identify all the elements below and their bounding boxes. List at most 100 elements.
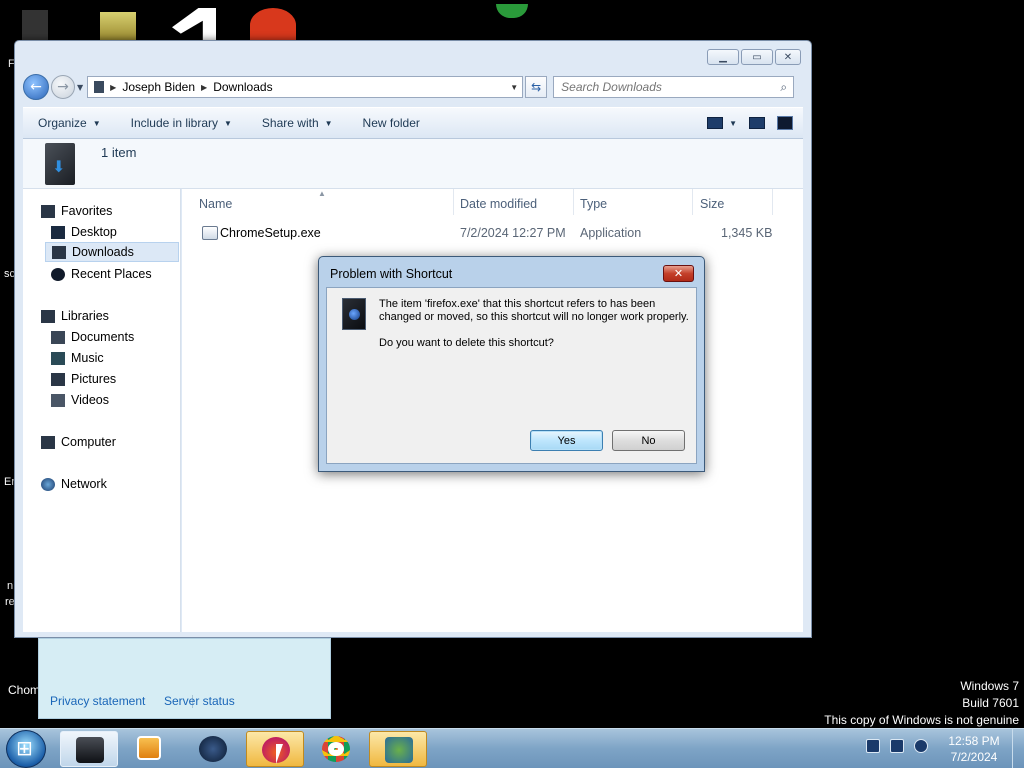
chevron-down-icon: ▼ <box>224 118 232 128</box>
taskbar-chrome[interactable] <box>307 731 365 767</box>
column-divider[interactable] <box>573 189 574 215</box>
back-arrow-icon: ← <box>30 79 42 95</box>
server-status-link[interactable]: Server status <box>164 694 235 708</box>
maximize-button[interactable]: ▭ <box>741 49 773 65</box>
column-header-name[interactable]: Name <box>199 197 232 211</box>
desktop-icon-folder[interactable] <box>100 12 136 40</box>
nav-downloads-label: Downloads <box>72 245 134 259</box>
close-icon: ✕ <box>783 51 793 63</box>
dialog-body: The item 'firefox.exe' that this shortcu… <box>326 287 697 464</box>
column-divider[interactable] <box>453 189 454 215</box>
include-in-library-label: Include in library <box>130 116 218 130</box>
share-with-button[interactable]: Share with ▼ <box>247 116 348 130</box>
nav-network-label: Network <box>61 477 107 491</box>
column-header-date-modified[interactable]: Date modified <box>460 197 537 211</box>
documents-icon <box>51 330 65 344</box>
taskbar-firefox[interactable] <box>246 731 304 767</box>
clock[interactable]: 12:58 PM 7/2/2024 <box>944 733 1004 765</box>
desktop-icon-bin[interactable] <box>22 10 48 40</box>
address-bar[interactable]: ▶ Joseph Biden ▶ Downloads ▼ <box>87 76 524 98</box>
organize-button[interactable]: Organize ▼ <box>23 116 116 130</box>
desktop-icon-app[interactable] <box>172 8 216 40</box>
breadcrumb-separator-icon[interactable]: ▶ <box>201 83 207 92</box>
system-tray <box>866 739 928 753</box>
nav-videos[interactable]: Videos <box>51 390 109 410</box>
nav-favorites[interactable]: Favorites <box>41 201 112 221</box>
start-button[interactable] <box>6 730 46 768</box>
action-center-icon[interactable] <box>866 739 880 753</box>
minimize-button[interactable]: ▁ <box>707 49 739 65</box>
taskbar-users-app[interactable] <box>369 731 427 767</box>
column-divider[interactable] <box>692 189 693 215</box>
no-button[interactable]: No <box>612 430 685 451</box>
share-with-label: Share with <box>261 116 319 130</box>
problem-with-shortcut-dialog: Problem with Shortcut ✕ The item 'firefo… <box>318 256 705 472</box>
watermark-build: Build 7601 <box>962 696 1019 710</box>
search-box[interactable]: ⌕ <box>553 76 795 98</box>
nav-desktop[interactable]: Desktop <box>51 222 117 242</box>
chevron-down-icon: ▼ <box>92 118 101 128</box>
close-button[interactable]: ✕ <box>775 49 801 65</box>
search-icon[interactable]: ⌕ <box>780 80 787 95</box>
change-view-icon[interactable] <box>707 117 724 129</box>
view-options-dropdown-icon[interactable]: ▼ <box>729 119 737 128</box>
new-folder-button[interactable]: New folder <box>348 116 435 130</box>
include-in-library-button[interactable]: Include in library ▼ <box>116 116 247 130</box>
nav-documents-label: Documents <box>71 330 135 344</box>
taskbar-explorer[interactable] <box>60 731 118 767</box>
nav-videos-label: Videos <box>71 393 109 407</box>
recent-pages-dropdown[interactable]: ▼ <box>77 83 83 92</box>
watermark-notice: This copy of Windows is not genuine <box>824 713 1019 727</box>
breadcrumb-user[interactable]: Joseph Biden <box>122 80 195 94</box>
chrome-icon <box>322 736 350 762</box>
preview-pane-icon[interactable] <box>749 117 765 129</box>
nav-documents[interactable]: Documents <box>51 327 134 347</box>
mouse-cursor-icon <box>276 744 283 764</box>
nav-libraries[interactable]: Libraries <box>41 306 109 326</box>
search-input[interactable] <box>561 80 762 94</box>
yes-button[interactable]: Yes <box>530 430 603 451</box>
privacy-statement-link[interactable]: Privacy statement <box>50 694 145 708</box>
close-icon: ✕ <box>673 267 684 280</box>
volume-icon[interactable] <box>914 739 928 753</box>
nav-computer[interactable]: Computer <box>41 432 116 452</box>
nav-favorites-label: Favorites <box>61 204 113 218</box>
table-row[interactable]: ChromeSetup.exe 7/2/2024 12:27 PM Applic… <box>182 223 803 243</box>
nav-recent-places[interactable]: Recent Places <box>51 264 152 284</box>
column-header-type[interactable]: Type <box>580 197 607 211</box>
help-icon[interactable] <box>777 116 793 130</box>
nav-desktop-label: Desktop <box>71 225 117 239</box>
pictures-icon <box>51 372 65 386</box>
file-date-modified: 7/2/2024 12:27 PM <box>460 226 566 240</box>
back-button[interactable]: ← <box>23 74 49 100</box>
file-size: 1,345 KB <box>721 226 773 240</box>
top-gadget <box>496 4 528 18</box>
refresh-button[interactable]: ⇆ <box>525 76 548 98</box>
nav-network[interactable]: Network <box>41 474 107 494</box>
nav-computer-label: Computer <box>61 435 116 449</box>
explorer-icon <box>76 737 104 763</box>
nav-pictures[interactable]: Pictures <box>51 369 116 389</box>
network-tray-icon[interactable] <box>890 739 904 753</box>
taskbar-app[interactable] <box>184 731 242 767</box>
details-strip: 1 item <box>23 139 803 189</box>
libraries-icon <box>41 309 55 323</box>
file-type: Application <box>580 226 642 240</box>
globe-app-icon <box>199 736 227 762</box>
recent-places-icon <box>51 267 65 281</box>
nav-downloads[interactable]: Downloads <box>45 242 179 262</box>
column-header-size[interactable]: Size <box>700 197 724 211</box>
column-divider[interactable] <box>772 189 773 215</box>
taskbar-media-player[interactable] <box>120 731 178 767</box>
nav-music[interactable]: Music <box>51 348 104 368</box>
firefox-shortcut-icon <box>342 298 366 330</box>
address-dropdown-icon[interactable]: ▼ <box>506 83 522 92</box>
desktop-icon-chrome[interactable] <box>250 8 296 42</box>
forward-button[interactable]: → <box>51 75 75 99</box>
breadcrumb-downloads[interactable]: Downloads <box>213 80 272 94</box>
show-desktop-button[interactable] <box>1012 729 1024 768</box>
downloads-folder-icon <box>45 143 75 185</box>
dialog-close-button[interactable]: ✕ <box>663 265 694 282</box>
breadcrumb-separator-icon[interactable]: ▶ <box>110 83 116 92</box>
view-controls: ▼ <box>707 116 803 130</box>
